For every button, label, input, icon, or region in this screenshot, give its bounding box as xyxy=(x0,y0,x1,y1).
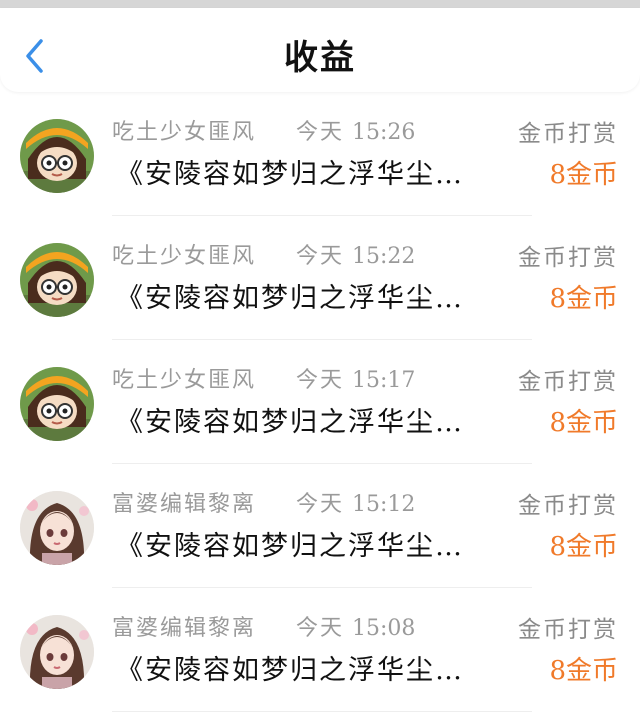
user-name[interactable]: 吃土少女匪风 xyxy=(112,362,256,394)
status-bar-strip xyxy=(0,0,640,8)
book-title[interactable]: 《安陵容如梦归之浮华尘… xyxy=(116,524,508,563)
avatar[interactable] xyxy=(20,367,94,441)
list-item[interactable]: 富婆编辑黎离 今天 15:12 金币打赏 《安陵容如梦归之浮华尘… 8金币 xyxy=(0,472,640,596)
book-title[interactable]: 《安陵容如梦归之浮华尘… xyxy=(116,400,508,439)
top-navigation-bar: 收益 xyxy=(0,8,640,92)
anime-girl-avatar-icon xyxy=(20,491,94,565)
coin-amount: 8金币 xyxy=(549,656,618,686)
transaction-type: 金币打赏 xyxy=(518,369,618,395)
divider xyxy=(112,215,532,216)
transaction-type: 金币打赏 xyxy=(518,121,618,147)
timestamp: 今天 15:12 xyxy=(296,492,416,517)
avatar[interactable] xyxy=(20,491,94,565)
list-item[interactable]: 吃土少女匪风 今天 15:22 金币打赏 《安陵容如梦归之浮华尘… 8金币 xyxy=(0,224,640,348)
coin-amount: 8金币 xyxy=(549,532,618,562)
user-name[interactable]: 吃土少女匪风 xyxy=(112,114,256,146)
user-name[interactable]: 吃土少女匪风 xyxy=(112,238,256,270)
divider xyxy=(112,339,532,340)
timestamp: 今天 15:26 xyxy=(296,120,416,145)
book-title[interactable]: 《安陵容如梦归之浮华尘… xyxy=(116,276,508,315)
cartoon-girl-avatar-icon xyxy=(20,367,94,441)
user-name[interactable]: 富婆编辑黎离 xyxy=(112,486,256,518)
avatar[interactable] xyxy=(20,119,94,193)
list-item[interactable]: 吃土少女匪风 今天 15:26 金币打赏 《安陵容如梦归之浮华尘… 8金币 xyxy=(0,100,640,224)
divider xyxy=(112,711,532,712)
avatar[interactable] xyxy=(20,243,94,317)
cartoon-girl-avatar-icon xyxy=(20,119,94,193)
coin-amount: 8金币 xyxy=(549,408,618,438)
anime-girl-avatar-icon xyxy=(20,615,94,689)
coin-amount: 8金币 xyxy=(549,160,618,190)
divider xyxy=(112,587,532,588)
list-item[interactable]: 富婆编辑黎离 今天 15:08 金币打赏 《安陵容如梦归之浮华尘… 8金币 xyxy=(0,596,640,714)
avatar[interactable] xyxy=(20,615,94,689)
user-name[interactable]: 富婆编辑黎离 xyxy=(112,610,256,642)
coin-amount: 8金币 xyxy=(549,284,618,314)
book-title[interactable]: 《安陵容如梦归之浮华尘… xyxy=(116,648,508,687)
timestamp: 今天 15:17 xyxy=(296,368,416,393)
list-item[interactable]: 吃土少女匪风 今天 15:17 金币打赏 《安陵容如梦归之浮华尘… 8金币 xyxy=(0,348,640,472)
transaction-type: 金币打赏 xyxy=(518,245,618,271)
timestamp: 今天 15:22 xyxy=(296,244,416,269)
page-title: 收益 xyxy=(284,38,356,78)
timestamp: 今天 15:08 xyxy=(296,616,416,641)
cartoon-girl-avatar-icon xyxy=(20,243,94,317)
transaction-type: 金币打赏 xyxy=(518,493,618,519)
book-title[interactable]: 《安陵容如梦归之浮华尘… xyxy=(116,152,508,191)
transaction-type: 金币打赏 xyxy=(518,617,618,643)
divider xyxy=(112,463,532,464)
